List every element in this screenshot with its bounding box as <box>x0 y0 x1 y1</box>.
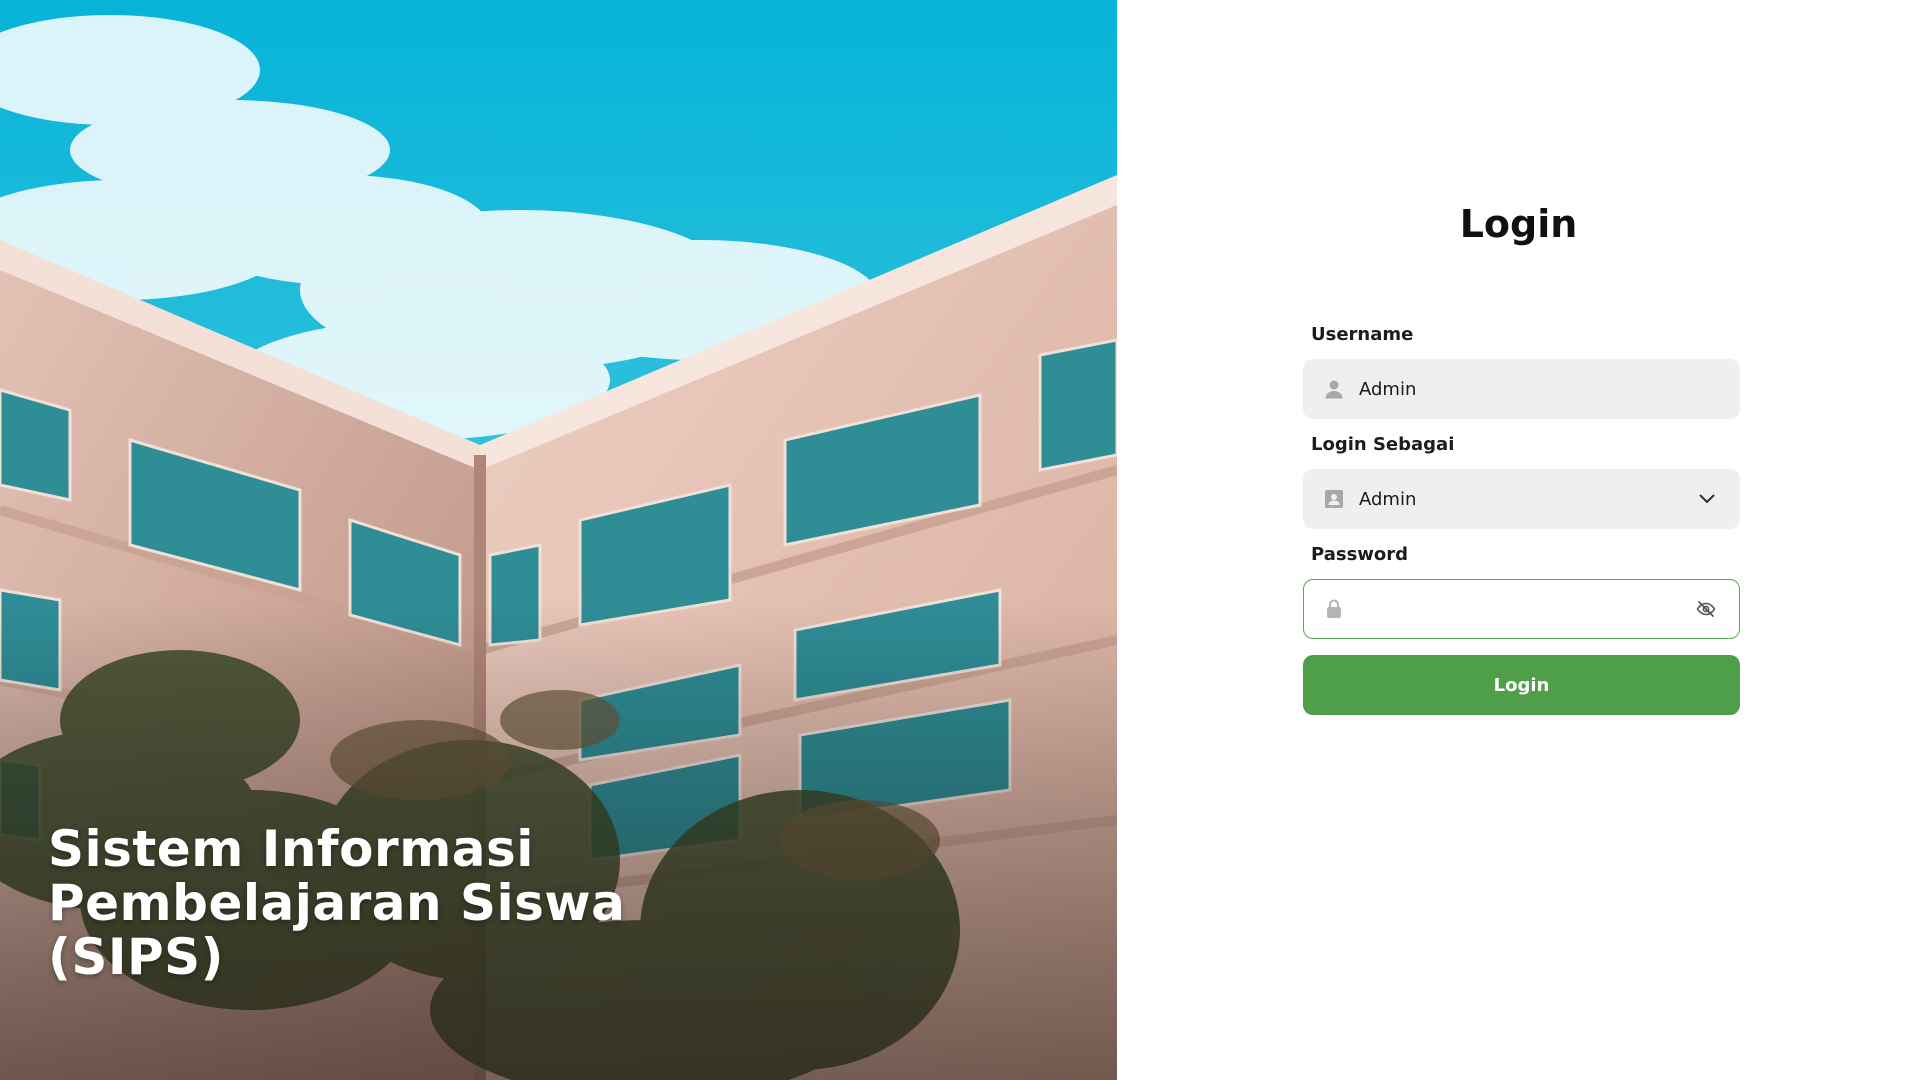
password-input[interactable] <box>1359 598 1695 620</box>
username-label: Username <box>1311 324 1414 345</box>
app-title-line-2: Pembelajaran Siswa <box>48 874 626 932</box>
chevron-down-icon[interactable] <box>1696 488 1718 510</box>
username-input[interactable] <box>1359 378 1740 400</box>
login-panel: Login Username Login Sebagai Admin Passw… <box>1117 0 1920 1080</box>
app-title-line-1: Sistem Informasi <box>48 820 534 878</box>
role-selected-value: Admin <box>1359 488 1417 510</box>
eye-slash-icon[interactable] <box>1695 598 1717 620</box>
app-title: Sistem Informasi Pembelajaran Siswa (SIP… <box>48 822 668 984</box>
hero-image-panel: Sistem Informasi Pembelajaran Siswa (SIP… <box>0 0 1117 1080</box>
password-label: Password <box>1311 544 1409 565</box>
password-field[interactable] <box>1303 579 1740 639</box>
username-field[interactable] <box>1303 359 1740 419</box>
user-icon <box>1323 378 1345 400</box>
lock-icon <box>1323 598 1345 620</box>
app-title-line-3: (SIPS) <box>48 928 224 986</box>
role-select[interactable]: Admin <box>1303 469 1740 529</box>
role-label: Login Sebagai <box>1311 434 1455 455</box>
login-button[interactable]: Login <box>1303 655 1740 715</box>
login-heading: Login <box>1459 202 1578 246</box>
id-badge-icon <box>1323 488 1345 510</box>
login-page: Sistem Informasi Pembelajaran Siswa (SIP… <box>0 0 1920 1080</box>
